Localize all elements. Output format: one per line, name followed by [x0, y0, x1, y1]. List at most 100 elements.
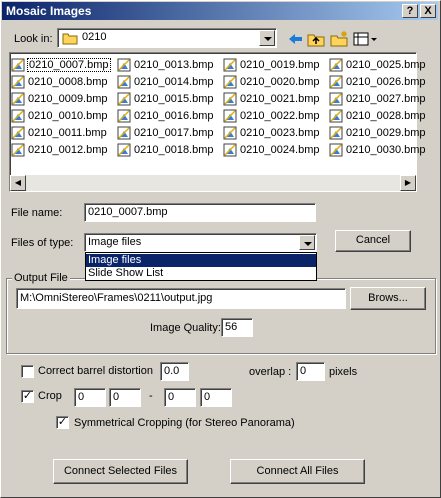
scroll-left-icon[interactable]: ◀: [10, 175, 26, 191]
bitmap-file-icon: [117, 126, 131, 140]
symmetrical-cropping-checkbox[interactable]: ✓: [56, 416, 69, 429]
lookin-value: 0210: [82, 31, 107, 43]
crop-value-3[interactable]: 0: [164, 388, 196, 407]
overlap-label: overlap :: [249, 366, 292, 378]
file-item[interactable]: 0210_0023.bmp: [223, 125, 320, 141]
file-item-label: 0210_0024.bmp: [240, 144, 320, 156]
file-item[interactable]: 0210_0017.bmp: [117, 125, 214, 141]
output-path-input[interactable]: M:\OmniStereo\Frames\0211\output.jpg: [16, 288, 346, 309]
filetype-label: Files of type:: [11, 237, 74, 249]
file-item-label: 0210_0019.bmp: [240, 59, 320, 71]
connect-selected-files-button[interactable]: Connect Selected Files: [53, 459, 188, 484]
crop-label: Crop: [38, 390, 62, 402]
filetype-option-slide-show[interactable]: Slide Show List: [86, 267, 316, 280]
barrel-distortion-checkbox[interactable]: [21, 365, 34, 378]
file-item-label: 0210_0027.bmp: [346, 93, 426, 105]
file-item-label: 0210_0012.bmp: [28, 144, 108, 156]
help-button[interactable]: ?: [402, 4, 418, 18]
close-button[interactable]: X: [420, 4, 436, 18]
file-item[interactable]: 0210_0007.bmp: [11, 57, 111, 73]
connect-all-files-button[interactable]: Connect All Files: [230, 459, 365, 484]
bitmap-file-icon: [11, 126, 25, 140]
back-icon[interactable]: [285, 29, 305, 49]
symmetrical-cropping-label: Symmetrical Cropping (for Stereo Panoram…: [74, 417, 295, 429]
barrel-distortion-input[interactable]: 0.0: [160, 362, 189, 381]
file-item[interactable]: 0210_0008.bmp: [11, 74, 108, 90]
file-item[interactable]: 0210_0012.bmp: [11, 142, 108, 158]
bitmap-file-icon: [117, 75, 131, 89]
scroll-right-icon[interactable]: ▶: [400, 175, 416, 191]
filetype-combobox[interactable]: Image files: [84, 233, 317, 252]
crop-dash: -: [149, 390, 153, 402]
filetype-dropdown-button[interactable]: [299, 235, 315, 250]
bitmap-file-icon: [11, 58, 25, 72]
file-item-label: 0210_0025.bmp: [346, 59, 426, 71]
crop-value-1[interactable]: 0: [74, 388, 106, 407]
file-item-label: 0210_0021.bmp: [240, 93, 320, 105]
file-item[interactable]: 0210_0009.bmp: [11, 91, 108, 107]
file-item-label: 0210_0023.bmp: [240, 127, 320, 139]
file-item[interactable]: 0210_0025.bmp: [329, 57, 426, 73]
output-file-label: Output File: [12, 272, 70, 284]
lookin-dropdown-button[interactable]: [259, 30, 275, 46]
file-item-label: 0210_0022.bmp: [240, 110, 320, 122]
file-item[interactable]: 0210_0021.bmp: [223, 91, 320, 107]
file-item-label: 0210_0008.bmp: [28, 76, 108, 88]
file-item[interactable]: 0210_0014.bmp: [117, 74, 214, 90]
file-item[interactable]: 0210_0013.bmp: [117, 57, 214, 73]
file-item-label: 0210_0029.bmp: [346, 127, 426, 139]
bitmap-file-icon: [329, 109, 343, 123]
cancel-button[interactable]: Cancel: [335, 230, 411, 252]
file-item[interactable]: 0210_0024.bmp: [223, 142, 320, 158]
file-item-label: 0210_0030.bmp: [346, 144, 426, 156]
new-folder-icon[interactable]: [329, 29, 349, 49]
image-quality-label: Image Quality:: [150, 322, 221, 334]
crop-value-2[interactable]: 0: [109, 388, 141, 407]
barrel-distortion-label: Correct barrel distortion: [38, 365, 153, 377]
file-item-label: 0210_0017.bmp: [134, 127, 214, 139]
file-item[interactable]: 0210_0029.bmp: [329, 125, 426, 141]
file-item[interactable]: 0210_0010.bmp: [11, 108, 108, 124]
file-item-label: 0210_0009.bmp: [28, 93, 108, 105]
file-item[interactable]: 0210_0011.bmp: [11, 125, 107, 141]
crop-value-4[interactable]: 0: [200, 388, 232, 407]
file-item-label: 0210_0011.bmp: [28, 127, 107, 139]
file-list-scrollbar[interactable]: ◀ ▶: [10, 175, 416, 191]
file-item[interactable]: 0210_0026.bmp: [329, 74, 426, 90]
file-item[interactable]: 0210_0015.bmp: [117, 91, 214, 107]
file-item-label: 0210_0018.bmp: [134, 144, 214, 156]
view-menu-icon[interactable]: [352, 29, 377, 49]
file-item[interactable]: 0210_0027.bmp: [329, 91, 426, 107]
bitmap-file-icon: [223, 58, 237, 72]
bitmap-file-icon: [117, 58, 131, 72]
filename-input[interactable]: 0210_0007.bmp: [84, 203, 316, 222]
file-item-label: 0210_0010.bmp: [28, 110, 108, 122]
bitmap-file-icon: [329, 126, 343, 140]
bitmap-file-icon: [223, 143, 237, 157]
file-item[interactable]: 0210_0020.bmp: [223, 74, 320, 90]
lookin-combobox[interactable]: 0210: [57, 28, 277, 48]
filetype-dropdown-list[interactable]: Image files Slide Show List: [85, 252, 317, 281]
crop-checkbox[interactable]: ✓: [21, 390, 34, 403]
file-item-label: 0210_0020.bmp: [240, 76, 320, 88]
file-item[interactable]: 0210_0019.bmp: [223, 57, 320, 73]
folder-icon: [62, 31, 78, 48]
file-item-label: 0210_0007.bmp: [27, 58, 111, 72]
filename-label: File name:: [11, 207, 63, 219]
file-item[interactable]: 0210_0016.bmp: [117, 108, 214, 124]
window-title: Mosaic Images: [6, 4, 92, 18]
file-item[interactable]: 0210_0028.bmp: [329, 108, 426, 124]
overlap-unit: pixels: [329, 366, 358, 378]
file-item[interactable]: 0210_0030.bmp: [329, 142, 426, 158]
bitmap-file-icon: [117, 109, 131, 123]
filetype-option-image-files[interactable]: Image files: [86, 254, 316, 267]
bitmap-file-icon: [11, 75, 25, 89]
overlap-input[interactable]: 0: [296, 362, 325, 381]
file-item[interactable]: 0210_0022.bmp: [223, 108, 320, 124]
file-item[interactable]: 0210_0018.bmp: [117, 142, 214, 158]
file-item-label: 0210_0026.bmp: [346, 76, 426, 88]
image-quality-input[interactable]: 56: [221, 318, 253, 337]
up-folder-icon[interactable]: [306, 29, 326, 49]
browse-button[interactable]: Brows...: [350, 287, 426, 310]
bitmap-file-icon: [11, 92, 25, 106]
